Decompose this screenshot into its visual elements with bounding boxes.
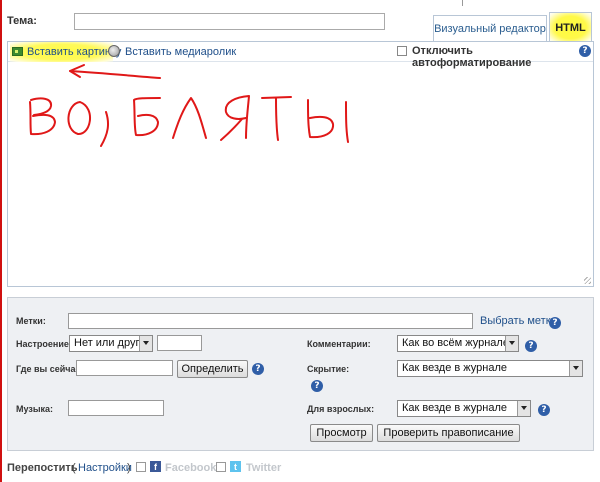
mood-label: Настроение:	[16, 339, 72, 349]
music-input[interactable]	[68, 400, 164, 416]
adult-select[interactable]: Как везде в журнале	[397, 400, 531, 417]
repost-settings-link[interactable]: Настройки	[78, 462, 132, 474]
adult-selected: Как везде в журнале	[402, 402, 507, 414]
subject-label: Тема:	[7, 15, 37, 27]
repost-label: Перепостить	[7, 462, 78, 474]
choose-tags-link[interactable]: Выбрать метки	[480, 315, 557, 327]
paren-close: )	[127, 462, 131, 474]
music-label: Музыка:	[16, 404, 54, 414]
chevron-down-icon	[139, 336, 152, 351]
comments-selected: Как во всём журнале	[402, 337, 509, 349]
mood-selected: Нет или друго	[74, 337, 146, 349]
twitter-label: Twitter	[246, 462, 282, 474]
post-options-panel: Метки: Выбрать метки ? Настроение: Нет и…	[7, 297, 594, 451]
facebook-icon: f	[150, 461, 161, 472]
mood-select[interactable]: Нет или друго	[69, 335, 153, 352]
help-icon[interactable]: ?	[311, 380, 323, 392]
tags-input[interactable]	[68, 313, 473, 329]
facebook-checkbox[interactable]	[136, 462, 146, 472]
subject-input[interactable]	[74, 13, 385, 30]
tags-label: Метки:	[16, 316, 46, 326]
chevron-down-icon	[569, 361, 582, 376]
location-label: Где вы сейчас:	[16, 364, 84, 374]
twitter-checkbox[interactable]	[216, 462, 226, 472]
privacy-select[interactable]: Как везде в журнале	[397, 360, 583, 377]
spellcheck-button[interactable]: Проверить правописание	[377, 424, 520, 442]
red-frame-left	[0, 0, 2, 482]
comments-label: Комментарии:	[307, 339, 371, 349]
adult-label: Для взрослых:	[307, 404, 375, 414]
paren-open: (	[72, 462, 76, 474]
facebook-label: Facebook	[165, 462, 217, 474]
tab-visual-editor[interactable]: Визуальный редактор	[433, 15, 547, 41]
chevron-down-icon	[505, 336, 518, 351]
help-icon[interactable]: ?	[252, 363, 264, 375]
twitter-icon: t	[230, 461, 241, 472]
privacy-selected: Как везде в журнале	[402, 362, 507, 374]
location-input[interactable]	[76, 360, 173, 376]
resize-grip[interactable]	[584, 277, 591, 284]
preview-button[interactable]: Просмотр	[310, 424, 373, 442]
help-icon[interactable]: ?	[525, 340, 537, 352]
post-editor[interactable]: Вставить картинку Вставить медиаролик От…	[7, 41, 594, 287]
tab-html[interactable]: HTML	[549, 12, 592, 42]
help-icon[interactable]: ?	[549, 317, 561, 329]
help-icon[interactable]: ?	[538, 404, 550, 416]
frame-tick	[462, 0, 463, 6]
mood-custom-input[interactable]	[157, 335, 202, 351]
privacy-label: Скрытие:	[307, 364, 350, 374]
chevron-down-icon	[517, 401, 530, 416]
red-handwritten-annotation	[29, 64, 349, 147]
comments-select[interactable]: Как во всём журнале	[397, 335, 519, 352]
detect-location-button[interactable]: Определить	[177, 360, 248, 378]
